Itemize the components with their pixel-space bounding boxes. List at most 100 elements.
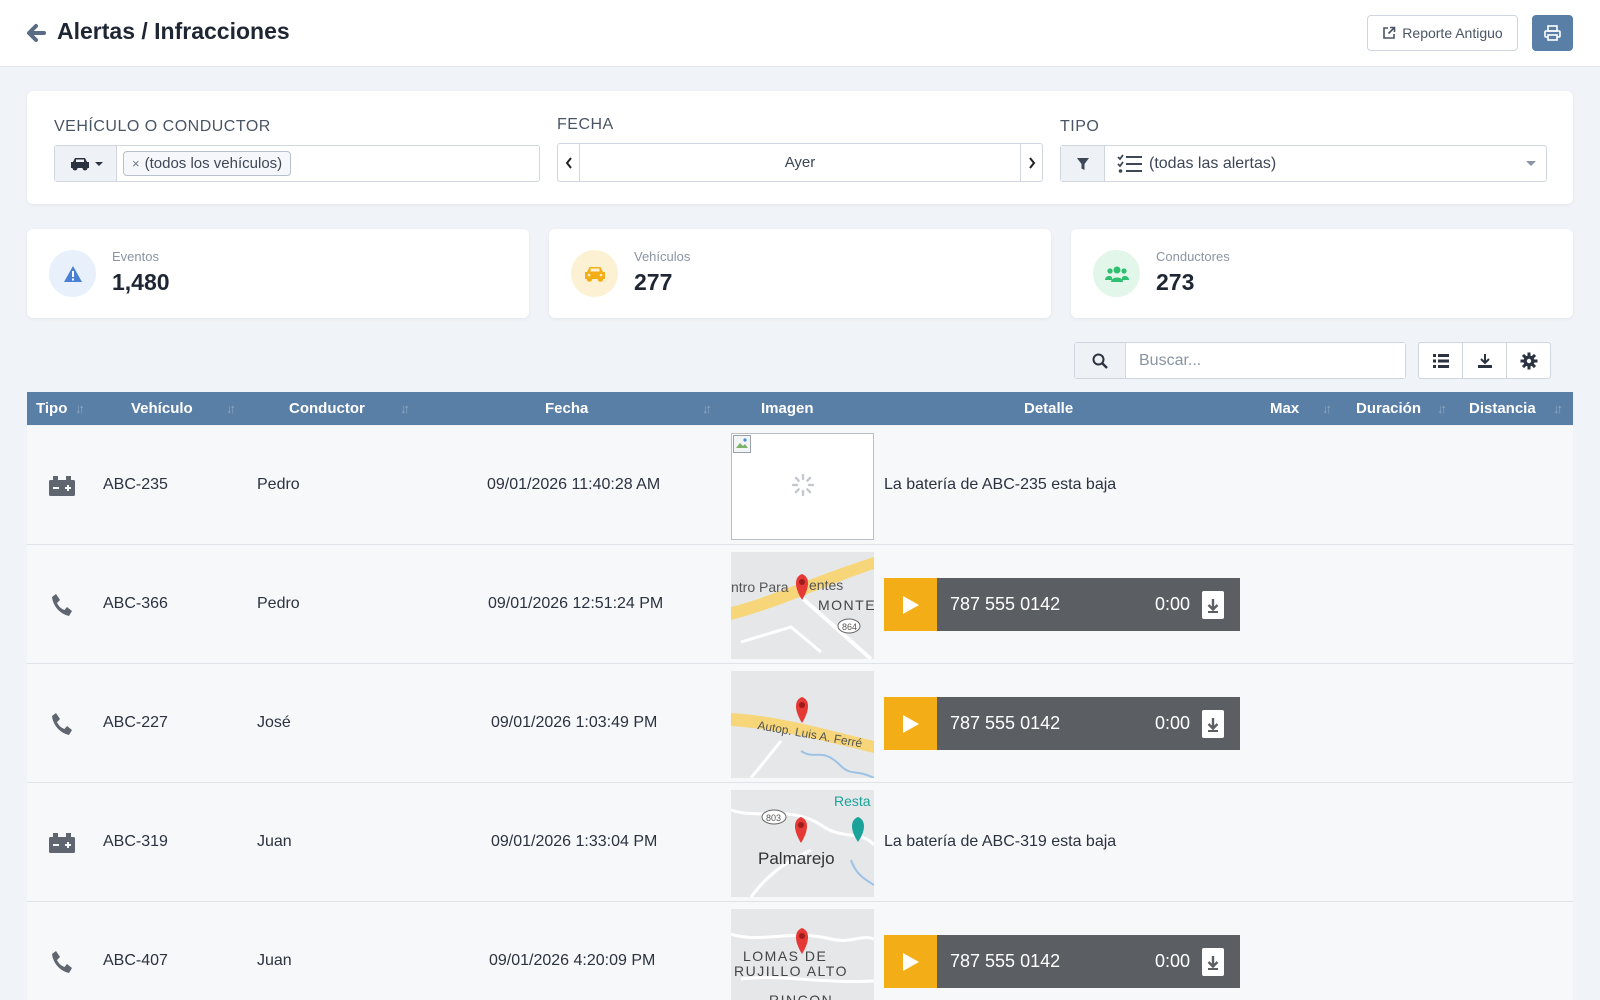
date-value[interactable]: Ayer — [580, 144, 1020, 181]
phone-icon — [52, 594, 72, 616]
table-row[interactable]: ABC-407 Juan 09/01/2026 4:20:09 PM LOMAS… — [27, 902, 1573, 1000]
vehicle-tag[interactable]: × (todos los vehículos) — [123, 151, 292, 176]
vehicle-filter[interactable]: × (todos los vehículos) — [54, 145, 540, 182]
col-max[interactable]: Max — [1270, 400, 1299, 417]
sort-icon[interactable]: ↓↑ — [75, 401, 85, 416]
print-button[interactable] — [1532, 15, 1573, 51]
car-icon — [571, 250, 618, 297]
vehicle-type-dropdown[interactable] — [55, 146, 117, 181]
map-image: LOMAS DE RUJILLO ALTO RINCON — [731, 909, 874, 1000]
back-arrow-icon[interactable] — [24, 20, 48, 46]
vehicle-tag-label: (todos los vehículos) — [144, 155, 283, 172]
drivers-label: Conductores — [1156, 249, 1230, 264]
map-thumbnail[interactable]: ntro Para entes MONTE 864 — [731, 552, 874, 659]
list-icon — [1432, 353, 1449, 368]
col-distancia[interactable]: Distancia — [1469, 400, 1536, 417]
map-thumbnail[interactable]: LOMAS DE RUJILLO ALTO RINCON — [731, 909, 874, 1000]
col-tipo[interactable]: Tipo — [36, 400, 67, 417]
search-button[interactable] — [1075, 343, 1126, 378]
map-image: ntro Para entes MONTE 864 — [731, 552, 874, 659]
type-select-value: (todas las alertas) — [1149, 154, 1277, 172]
vehicles-value: 277 — [634, 269, 673, 295]
map-label: Resta — [834, 793, 871, 809]
sort-icon[interactable]: ↓↑ — [1322, 401, 1332, 416]
map-label: ntro Para — [731, 579, 789, 595]
audio-player: 787 555 0142 0:00 — [884, 935, 1240, 988]
table-row[interactable]: ABC-227 José 09/01/2026 1:03:49 PM Autop… — [27, 664, 1573, 783]
date-cell: 09/01/2026 11:40:28 AM — [487, 476, 661, 493]
list-view-button[interactable] — [1419, 343, 1463, 378]
date-cell: 09/01/2026 1:33:04 PM — [491, 833, 658, 850]
vehicle-cell: ABC-235 — [103, 476, 168, 493]
sort-icon[interactable]: ↓↑ — [702, 401, 712, 416]
play-button[interactable] — [884, 697, 937, 750]
remove-tag-icon[interactable]: × — [132, 156, 140, 171]
col-fecha[interactable]: Fecha — [545, 400, 588, 417]
search-input[interactable] — [1126, 343, 1405, 378]
map-thumbnail[interactable]: Autop. Luis A. Ferré — [731, 671, 874, 778]
driver-cell: Pedro — [257, 476, 300, 493]
col-conductor[interactable]: Conductor — [289, 400, 365, 417]
audio-time: 0:00 — [1154, 951, 1190, 971]
car-icon — [70, 157, 89, 170]
col-duracion[interactable]: Duración — [1356, 400, 1421, 417]
next-date-button[interactable] — [1020, 144, 1042, 181]
sort-icon[interactable]: ↓↑ — [1437, 401, 1447, 416]
broken-image-icon — [733, 435, 751, 453]
caret-down-icon — [1526, 161, 1536, 166]
export-button[interactable] — [1463, 343, 1507, 378]
map-label: MONTE — [818, 597, 874, 613]
table-row[interactable]: ABC-235 Pedro 09/01/2026 11:40:28 AM La … — [27, 426, 1573, 545]
vehicle-filter-label: VEHÍCULO O CONDUCTOR — [54, 118, 271, 135]
download-button[interactable] — [1202, 947, 1224, 976]
audio-player: 787 555 0142 0:00 — [884, 697, 1240, 750]
driver-cell: Juan — [257, 952, 292, 969]
driver-cell: Pedro — [257, 595, 300, 612]
map-image: Autop. Luis A. Ferré — [731, 671, 874, 778]
play-button[interactable] — [884, 578, 937, 631]
map-label: RUJILLO ALTO — [734, 963, 848, 979]
filter-button[interactable] — [1061, 146, 1105, 181]
phone-icon — [52, 951, 72, 973]
type-select[interactable]: (todas las alertas) — [1105, 146, 1546, 181]
audio-player: 787 555 0142 0:00 — [884, 578, 1240, 631]
search-icon — [1092, 353, 1108, 369]
table-row[interactable]: ABC-366 Pedro 09/01/2026 12:51:24 PM ntr… — [27, 545, 1573, 664]
gear-icon — [1520, 352, 1537, 369]
table-header: Tipo ↓↑ Vehículo ↓↑ Conductor ↓↑ Fecha ↓… — [27, 392, 1573, 425]
map-thumbnail[interactable]: Resta 803 Palmarejo — [731, 790, 874, 897]
sort-icon[interactable]: ↓↑ — [226, 401, 236, 416]
old-report-button[interactable]: Reporte Antiguo — [1367, 15, 1518, 51]
play-button[interactable] — [884, 935, 937, 988]
sort-icon[interactable]: ↓↑ — [400, 401, 410, 416]
col-detalle: Detalle — [1024, 400, 1074, 417]
download-button[interactable] — [1202, 709, 1224, 738]
map-label: 864 — [842, 622, 857, 632]
events-label: Eventos — [112, 249, 159, 264]
vehicles-card: Vehículos 277 — [549, 229, 1051, 318]
type-filter[interactable]: (todas las alertas) — [1060, 145, 1547, 182]
battery-icon — [49, 833, 75, 853]
download-button[interactable] — [1202, 590, 1224, 619]
chevron-left-icon — [565, 156, 572, 169]
play-icon — [902, 595, 919, 614]
settings-button[interactable] — [1507, 343, 1550, 378]
map-label: Palmarejo — [758, 849, 835, 868]
chevron-right-icon — [1028, 156, 1035, 169]
event-image[interactable] — [731, 433, 874, 540]
battery-icon — [49, 476, 75, 496]
date-filter-label: FECHA — [557, 116, 614, 133]
prev-date-button[interactable] — [558, 144, 580, 181]
download-icon — [1207, 955, 1219, 970]
table-tools — [1418, 342, 1551, 379]
col-vehiculo[interactable]: Vehículo — [131, 400, 193, 417]
map-label: RINCON — [769, 992, 833, 1000]
phone-number: 787 555 0142 — [950, 713, 1061, 733]
sort-icon[interactable]: ↓↑ — [1553, 401, 1563, 416]
table-row[interactable]: ABC-319 Juan 09/01/2026 1:33:04 PM Resta… — [27, 783, 1573, 902]
phone-number: 787 555 0142 — [950, 594, 1061, 614]
events-card: Eventos 1,480 — [27, 229, 529, 318]
loading-spinner-icon — [791, 473, 815, 497]
download-icon — [1207, 717, 1219, 732]
events-value: 1,480 — [112, 269, 170, 295]
